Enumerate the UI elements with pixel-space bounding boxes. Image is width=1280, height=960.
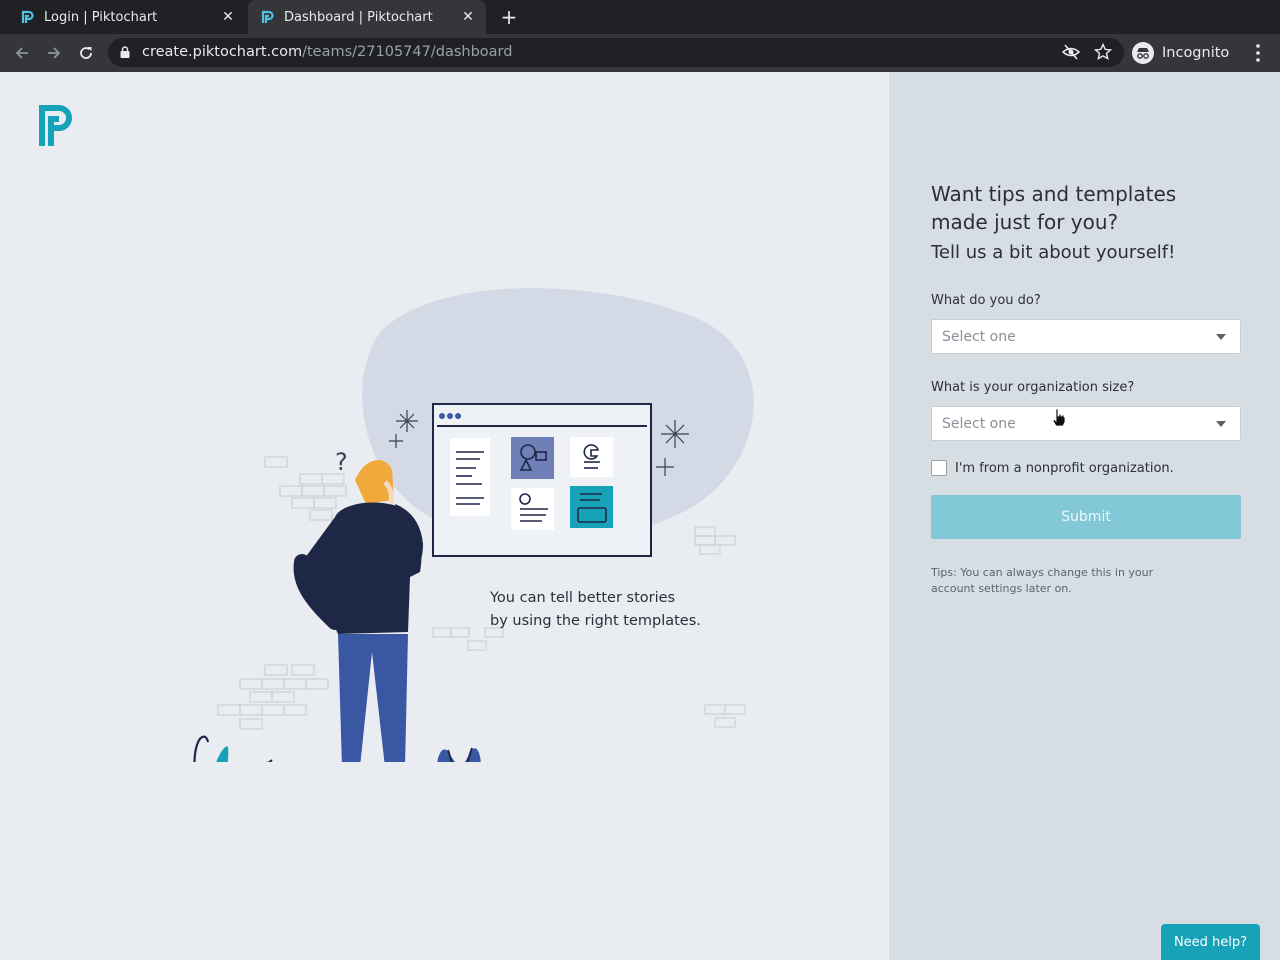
nonprofit-checkbox-label[interactable]: I'm from a nonprofit organization. [955, 461, 1174, 476]
hand-cursor-icon [1052, 408, 1066, 426]
org-size-select[interactable]: Select one [931, 406, 1241, 441]
url-host: create.piktochart.com [142, 44, 303, 60]
tab-title: Login | Piktochart [44, 9, 158, 25]
reload-icon[interactable] [73, 40, 99, 66]
form-subheadline: Tell us a bit about yourself! [931, 242, 1176, 263]
headline-line-2: made just for you? [931, 210, 1119, 234]
url-path: /teams/27105747/dashboard [302, 44, 513, 60]
illustration-pane: ? You can tell better stories by using t… [0, 72, 889, 960]
person-looking-at-templates-illustration: ? [193, 288, 754, 762]
submit-button[interactable]: Submit [931, 495, 1241, 539]
piktochart-logo-icon[interactable] [38, 104, 78, 148]
role-select-value: Select one [942, 329, 1016, 345]
chevron-down-icon [1216, 334, 1226, 340]
need-help-button[interactable]: Need help? [1161, 924, 1260, 960]
tab-title: Dashboard | Piktochart [284, 9, 433, 25]
close-icon[interactable]: ✕ [220, 9, 236, 25]
close-icon[interactable]: ✕ [460, 9, 476, 25]
chevron-down-icon [1216, 421, 1226, 427]
onboarding-form: Want tips and templates made just for yo… [931, 180, 1241, 597]
tips-text: Tips: You can always change this in your… [931, 566, 1154, 595]
address-bar[interactable]: create.piktochart.com/teams/27105747/das… [108, 38, 1124, 67]
onboarding-form-pane: Want tips and templates made just for yo… [889, 72, 1280, 960]
caption-line-1: You can tell better stories [490, 590, 676, 606]
bookmark-star-icon[interactable] [1094, 43, 1112, 61]
nonprofit-checkbox-row: I'm from a nonprofit organization. [931, 460, 1241, 476]
browser-tab-strip: Login | Piktochart ✕ Dashboard | Piktoch… [0, 0, 1280, 34]
incognito-profile-button[interactable]: Incognito [1132, 40, 1229, 66]
forward-arrow-icon[interactable] [41, 40, 67, 66]
caption-line-2: by using the right templates. [490, 613, 701, 629]
form-headline: Want tips and templates made just for yo… [931, 180, 1241, 236]
browser-toolbar: create.piktochart.com/teams/27105747/das… [0, 34, 1280, 72]
org-size-label: What is your organization size? [931, 380, 1135, 395]
back-arrow-icon[interactable] [9, 40, 35, 66]
piktochart-favicon-icon [261, 10, 274, 23]
profile-label: Incognito [1162, 45, 1230, 61]
page: ? You can tell better stories by using t… [0, 72, 1280, 960]
incognito-icon [1132, 42, 1154, 64]
illustration-caption: You can tell better stories by using the… [490, 587, 701, 633]
tab-dashboard[interactable]: Dashboard | Piktochart ✕ [248, 0, 486, 34]
eye-slash-icon[interactable] [1062, 44, 1080, 60]
svg-text:?: ? [335, 448, 348, 476]
headline-line-1: Want tips and templates [931, 182, 1177, 206]
tab-login[interactable]: Login | Piktochart ✕ [8, 0, 246, 34]
nonprofit-checkbox[interactable] [931, 460, 947, 476]
url-text: create.piktochart.com/teams/27105747/das… [142, 44, 512, 60]
role-label: What do you do? [931, 293, 1041, 308]
role-select[interactable]: Select one [931, 319, 1241, 354]
lock-icon [120, 46, 130, 58]
menu-kebab-icon[interactable] [1250, 42, 1266, 64]
piktochart-favicon-icon [21, 10, 34, 23]
new-tab-plus-icon[interactable]: + [497, 6, 521, 30]
org-size-select-value: Select one [942, 416, 1016, 432]
